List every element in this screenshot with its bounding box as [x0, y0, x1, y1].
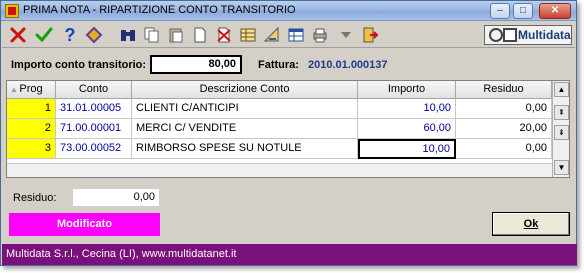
- residuo-label: Residuo:: [13, 192, 57, 204]
- close-button[interactable]: ✕: [539, 3, 571, 19]
- column-header-importo[interactable]: Importo: [358, 81, 456, 99]
- ok-button[interactable]: Ok: [492, 212, 570, 236]
- transit-amount-label: Importo conto transitorio:: [11, 59, 147, 71]
- table-icon[interactable]: [238, 25, 258, 45]
- window-title: PRIMA NOTA - RIPARTIZIONE CONTO TRANSITO…: [23, 4, 296, 16]
- grid-empty-area: [7, 163, 552, 177]
- cell-importo[interactable]: 10,00: [358, 99, 456, 119]
- column-header-conto[interactable]: Conto: [56, 81, 132, 99]
- scroll-page-down-icon[interactable]: ⇟: [554, 125, 569, 140]
- logo-circle-icon: [489, 28, 503, 42]
- transit-amount-input[interactable]: 80,00: [150, 55, 242, 74]
- main-window: PRIMA NOTA - RIPARTIZIONE CONTO TRANSITO…: [0, 0, 577, 266]
- cell-conto[interactable]: 73.00.00052: [56, 139, 132, 159]
- scroll-page-up-icon[interactable]: ⇞: [554, 105, 569, 120]
- print-icon[interactable]: [310, 25, 330, 45]
- column-header-residuo[interactable]: Residuo: [456, 81, 552, 99]
- scroll-down-icon[interactable]: ▼: [554, 160, 569, 175]
- calculator-icon[interactable]: [262, 25, 282, 45]
- cell-residuo[interactable]: 0,00: [456, 139, 552, 159]
- multidata-logo: Multidata: [484, 25, 572, 45]
- book-icon[interactable]: [84, 25, 104, 45]
- cell-prog[interactable]: 2: [7, 119, 56, 139]
- cell-residuo[interactable]: 20,00: [456, 119, 552, 139]
- toolbar: ? Multidata: [2, 22, 575, 48]
- confirm-check-icon[interactable]: [34, 25, 54, 45]
- cell-descrizione[interactable]: MERCI C/ VENDITE: [132, 119, 358, 139]
- fattura-value: 2010.01.000137: [308, 59, 388, 71]
- column-header-prog-label: Prog: [19, 83, 43, 95]
- close-x-icon[interactable]: [8, 25, 28, 45]
- cell-importo[interactable]: 60,00: [358, 119, 456, 139]
- scroll-up-icon[interactable]: ▲: [554, 82, 569, 97]
- allocation-grid: ▲ Prog Conto Descrizione Conto Importo R…: [6, 80, 570, 178]
- title-bar[interactable]: PRIMA NOTA - RIPARTIZIONE CONTO TRANSITO…: [1, 1, 576, 21]
- exit-icon[interactable]: [360, 25, 380, 45]
- cell-residuo[interactable]: 0,00: [456, 99, 552, 119]
- vertical-scrollbar[interactable]: ▲ ⇞ ⇟ ▼: [552, 81, 569, 177]
- minimize-button[interactable]: –: [490, 3, 510, 19]
- cell-descrizione[interactable]: CLIENTI C/ANTICIPI: [132, 99, 358, 119]
- cell-descrizione[interactable]: RIMBORSO SPESE SU NOTULE: [132, 139, 358, 159]
- app-icon: [5, 4, 19, 18]
- paste-icon[interactable]: [166, 25, 186, 45]
- cell-prog[interactable]: 3: [7, 139, 56, 159]
- ok-button-label: Ok: [523, 218, 539, 230]
- binoculars-icon[interactable]: [118, 25, 138, 45]
- cell-conto[interactable]: 71.00.00001: [56, 119, 132, 139]
- table-row[interactable]: 3 73.00.00052 RIMBORSO SPESE SU NOTULE 1…: [7, 139, 552, 159]
- maximize-button[interactable]: □: [513, 3, 533, 19]
- logo-box-icon: [503, 28, 517, 42]
- sort-indicator-icon: ▲: [10, 85, 18, 94]
- residuo-value-field: 0,00: [73, 189, 159, 206]
- dropdown-arrow-icon[interactable]: [336, 25, 356, 45]
- cell-prog[interactable]: 1: [7, 99, 56, 119]
- column-header-descrizione[interactable]: Descrizione Conto: [132, 81, 358, 99]
- grid-icon[interactable]: [286, 25, 306, 45]
- fattura-label: Fattura:: [258, 59, 299, 71]
- copy-icon[interactable]: [142, 25, 162, 45]
- table-row[interactable]: 1 31.01.00005 CLIENTI C/ANTICIPI 10,00 0…: [7, 99, 552, 119]
- cell-conto[interactable]: 31.01.00005: [56, 99, 132, 119]
- status-badge: Modificato: [9, 213, 160, 236]
- table-row[interactable]: 2 71.00.00001 MERCI C/ VENDITE 60,00 20,…: [7, 119, 552, 139]
- delete-page-icon[interactable]: [214, 25, 234, 45]
- status-bar: Multidata S.r.l., Cecina (LI), www.multi…: [2, 244, 577, 265]
- logo-text: Multidata: [518, 28, 571, 42]
- column-header-prog[interactable]: ▲ Prog: [7, 81, 56, 99]
- new-page-icon[interactable]: [190, 25, 210, 45]
- cell-importo-selected[interactable]: 10,00: [358, 139, 456, 159]
- help-icon[interactable]: ?: [60, 25, 80, 45]
